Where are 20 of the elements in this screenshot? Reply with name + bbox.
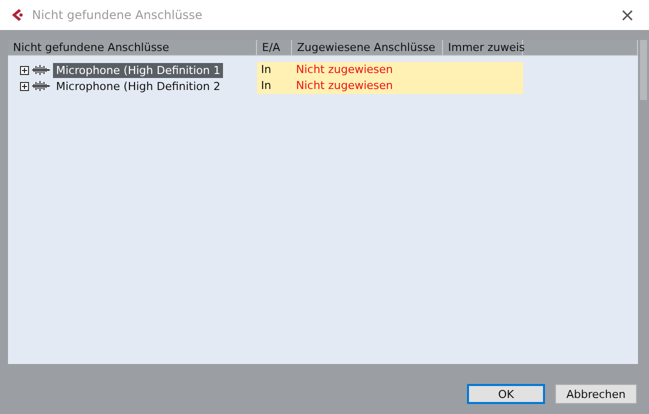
port-name[interactable]: Microphone (High Definition 1 [53,62,224,78]
column-header[interactable]: Nicht gefundene Anschlüsse [8,40,257,56]
ok-button[interactable]: OK [467,384,545,404]
table-cell: Nicht zugewiesen [292,62,443,78]
column-header[interactable]: Immer zuweis [443,40,523,56]
port-name[interactable]: Microphone (High Definition 2 [53,78,224,94]
table-cell: In [257,62,292,78]
window-title: Nicht gefundene Anschlüsse [32,8,204,22]
cancel-button[interactable]: Abbrechen [555,384,637,404]
table-cell: Nicht zugewiesen [292,78,443,94]
scrollbar[interactable] [640,40,647,100]
column-header[interactable]: E/A [257,40,292,56]
expand-icon[interactable] [20,82,29,90]
expand-icon[interactable] [20,66,29,74]
close-button[interactable]: × [616,4,639,26]
column-header[interactable]: Zugewiesene Anschlüsse [292,40,443,56]
app-logo-icon [10,8,24,22]
waveform-icon [32,81,50,91]
table-cell: In [257,78,292,94]
waveform-icon [32,65,50,75]
